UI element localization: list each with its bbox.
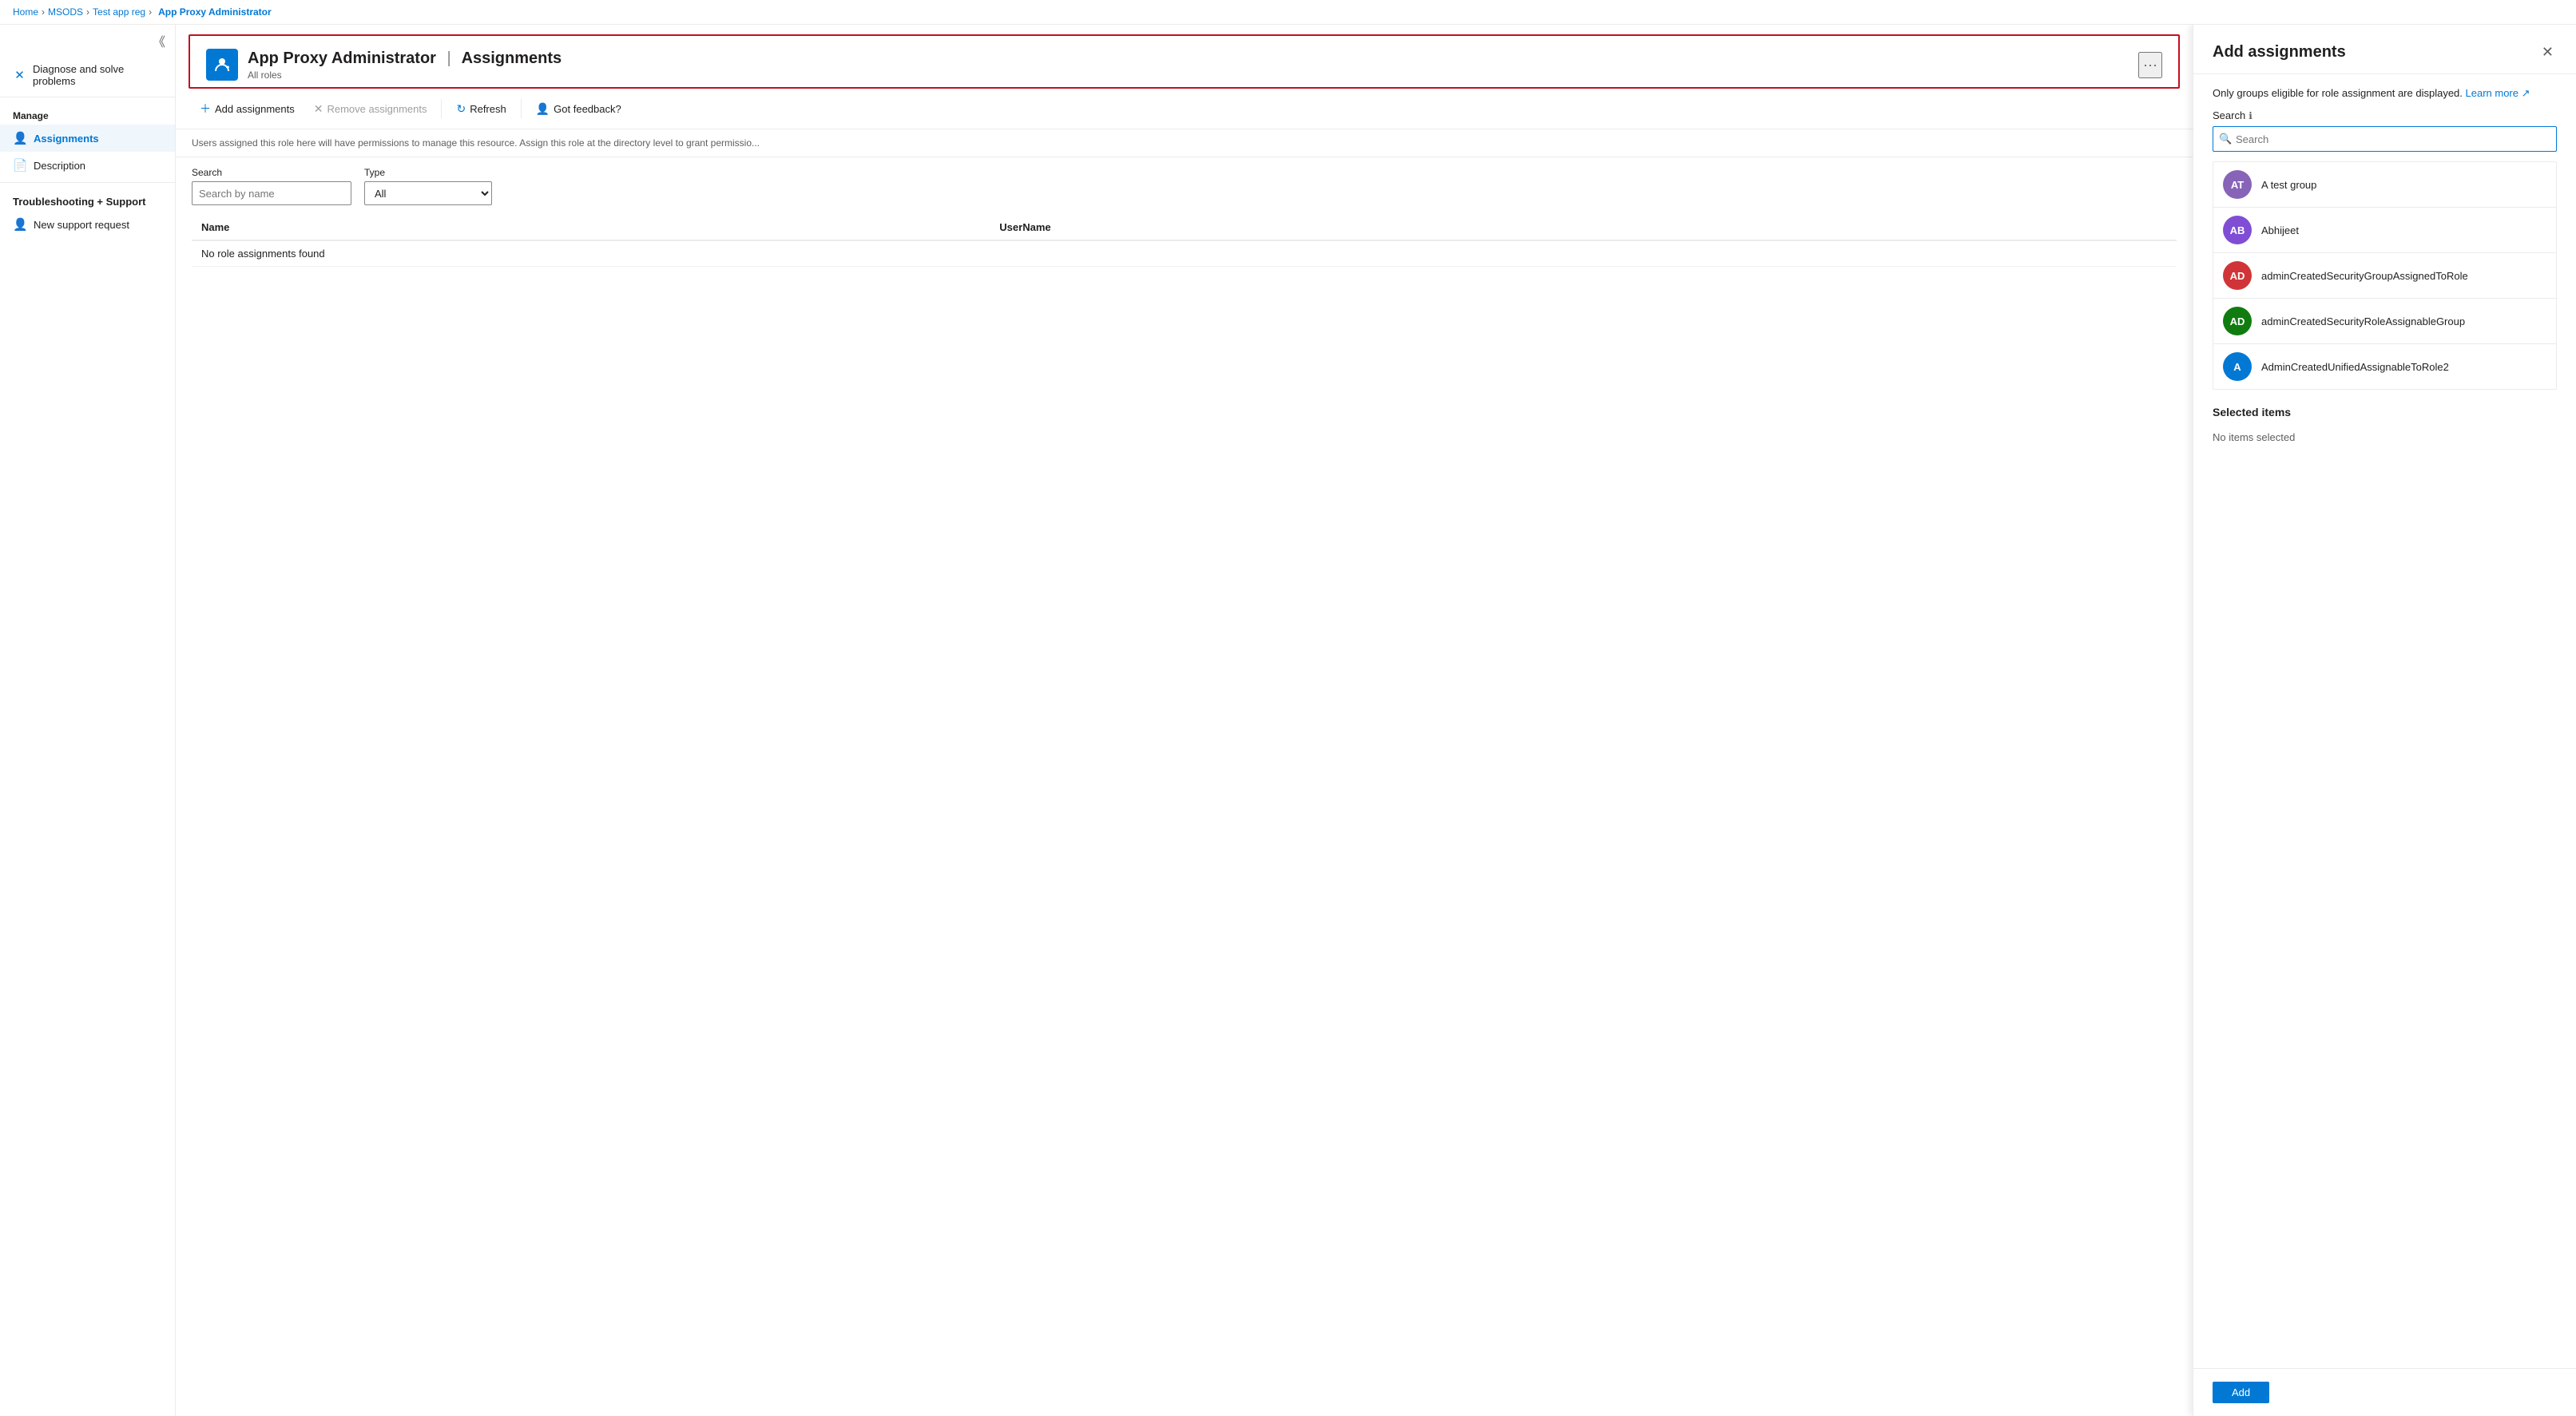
- toolbar: ＋ Add assignments ✕ Remove assignments ↻…: [176, 89, 2193, 129]
- avatar-at: AT: [2223, 170, 2252, 199]
- assignments-icon: 👤: [13, 131, 27, 145]
- item-name-0: A test group: [2261, 179, 2316, 191]
- feedback-button[interactable]: 👤 Got feedback?: [528, 98, 629, 120]
- search-section: Search ℹ 🔍: [2213, 109, 2557, 152]
- feedback-icon: 👤: [536, 102, 550, 116]
- type-filter-group: Type All User Group Service Principal: [364, 167, 492, 205]
- info-icon: ℹ: [2249, 110, 2253, 121]
- refresh-button[interactable]: ↻ Refresh: [448, 98, 514, 120]
- item-name-2: adminCreatedSecurityGroupAssignedToRole: [2261, 270, 2468, 282]
- page-header: App Proxy Administrator | Assignments Al…: [189, 34, 2180, 89]
- search-label: Search ℹ: [2213, 109, 2557, 121]
- empty-message: No role assignments found: [192, 240, 2177, 267]
- avatar-ad2: AD: [2223, 307, 2252, 335]
- search-input[interactable]: [192, 181, 351, 205]
- breadcrumb-home[interactable]: Home: [13, 6, 38, 18]
- collapse-button[interactable]: 《: [153, 31, 165, 50]
- breadcrumb-current: App Proxy Administrator: [158, 6, 272, 18]
- panel-close-button[interactable]: ✕: [2538, 41, 2557, 64]
- add-assignments-button[interactable]: ＋ Add assignments: [192, 97, 303, 121]
- main-content: App Proxy Administrator | Assignments Al…: [176, 25, 2193, 1416]
- avatar-ab: AB: [2223, 216, 2252, 244]
- description-icon: 📄: [13, 158, 27, 173]
- remove-icon: ✕: [314, 102, 323, 116]
- search-filter-label: Search: [192, 167, 351, 178]
- assignment-list-container: AT A test group AB Abhijeet AD: [2213, 161, 2557, 390]
- sidebar-item-support[interactable]: 👤 New support request: [0, 211, 175, 238]
- no-items-label: No items selected: [2213, 425, 2557, 450]
- list-item[interactable]: AD adminCreatedSecurityGroupAssignedToRo…: [2213, 253, 2556, 299]
- panel-info: Only groups eligible for role assignment…: [2213, 87, 2557, 100]
- filter-row: Search Type All User Group Service Princ…: [176, 157, 2193, 215]
- panel-search-input[interactable]: [2213, 126, 2557, 152]
- troubleshooting-header: Troubleshooting + Support: [0, 186, 175, 211]
- breadcrumb: Home › MSODS › Test app reg › App Proxy …: [0, 0, 2576, 25]
- support-label: New support request: [34, 219, 129, 231]
- type-select[interactable]: All User Group Service Principal: [364, 181, 492, 205]
- search-icon: 🔍: [2219, 133, 2232, 145]
- sidebar-item-assignments[interactable]: 👤 Assignments: [0, 125, 175, 152]
- more-options-button[interactable]: ···: [2138, 52, 2162, 78]
- type-filter-label: Type: [364, 167, 492, 178]
- sidebar-item-description[interactable]: 📄 Description: [0, 152, 175, 179]
- divider2: [0, 182, 175, 183]
- search-filter-group: Search: [192, 167, 351, 205]
- wrench-icon: ✕: [13, 68, 26, 82]
- item-name-1: Abhijeet: [2261, 224, 2299, 236]
- remove-assignments-button[interactable]: ✕ Remove assignments: [306, 98, 435, 120]
- selected-title: Selected items: [2213, 406, 2557, 418]
- selected-section: Selected items No items selected: [2213, 406, 2557, 450]
- sidebar: 《 ✕ Diagnose and solve problems Manage 👤…: [0, 25, 176, 1416]
- list-item[interactable]: AD adminCreatedSecurityRoleAssignableGro…: [2213, 299, 2556, 344]
- page-subtitle: All roles: [248, 69, 562, 81]
- add-button[interactable]: Add: [2213, 1382, 2269, 1403]
- avatar-ad1: AD: [2223, 261, 2252, 290]
- toolbar-divider: [441, 99, 442, 118]
- list-item[interactable]: AB Abhijeet: [2213, 208, 2556, 253]
- description-text: Users assigned this role here will have …: [176, 129, 2193, 157]
- item-name-3: adminCreatedSecurityRoleAssignableGroup: [2261, 315, 2465, 327]
- page-icon: [206, 49, 238, 81]
- panel-header: Add assignments ✕: [2193, 25, 2576, 74]
- breadcrumb-test-app-reg[interactable]: Test app reg: [93, 6, 145, 18]
- item-name-4: AdminCreatedUnifiedAssignableToRole2: [2261, 361, 2449, 373]
- col-username: UserName: [990, 215, 2177, 240]
- support-icon: 👤: [13, 217, 27, 232]
- page-title: App Proxy Administrator | Assignments: [248, 50, 562, 68]
- manage-header: Manage: [0, 101, 175, 125]
- panel-title: Add assignments: [2213, 43, 2346, 61]
- learn-more-link[interactable]: Learn more ↗: [2466, 87, 2530, 99]
- page-header-text: App Proxy Administrator | Assignments Al…: [248, 50, 562, 81]
- col-name: Name: [192, 215, 990, 240]
- search-wrapper: 🔍: [2213, 126, 2557, 152]
- empty-row: No role assignments found: [192, 240, 2177, 267]
- avatar-a1: A: [2223, 352, 2252, 381]
- sidebar-item-diagnose[interactable]: ✕ Diagnose and solve problems: [0, 57, 175, 93]
- assignments-table: Name UserName No role assignments found: [192, 215, 2177, 267]
- panel-footer: Add: [2193, 1368, 2576, 1416]
- list-item[interactable]: AT A test group: [2213, 162, 2556, 208]
- breadcrumb-msods[interactable]: MSODS: [48, 6, 83, 18]
- diagnose-label: Diagnose and solve problems: [33, 63, 162, 87]
- table-container: Name UserName No role assignments found: [176, 215, 2193, 1416]
- list-item[interactable]: A AdminCreatedUnifiedAssignableToRole2: [2213, 344, 2556, 389]
- refresh-icon: ↻: [456, 102, 466, 116]
- assignments-label: Assignments: [34, 133, 99, 145]
- description-label: Description: [34, 160, 85, 172]
- toolbar-divider2: [521, 99, 522, 118]
- panel-body: Only groups eligible for role assignment…: [2193, 74, 2576, 1368]
- assignment-list: AT A test group AB Abhijeet AD: [2213, 161, 2557, 390]
- add-icon: ＋: [200, 101, 211, 117]
- right-panel: Add assignments ✕ Only groups eligible f…: [2193, 25, 2576, 1416]
